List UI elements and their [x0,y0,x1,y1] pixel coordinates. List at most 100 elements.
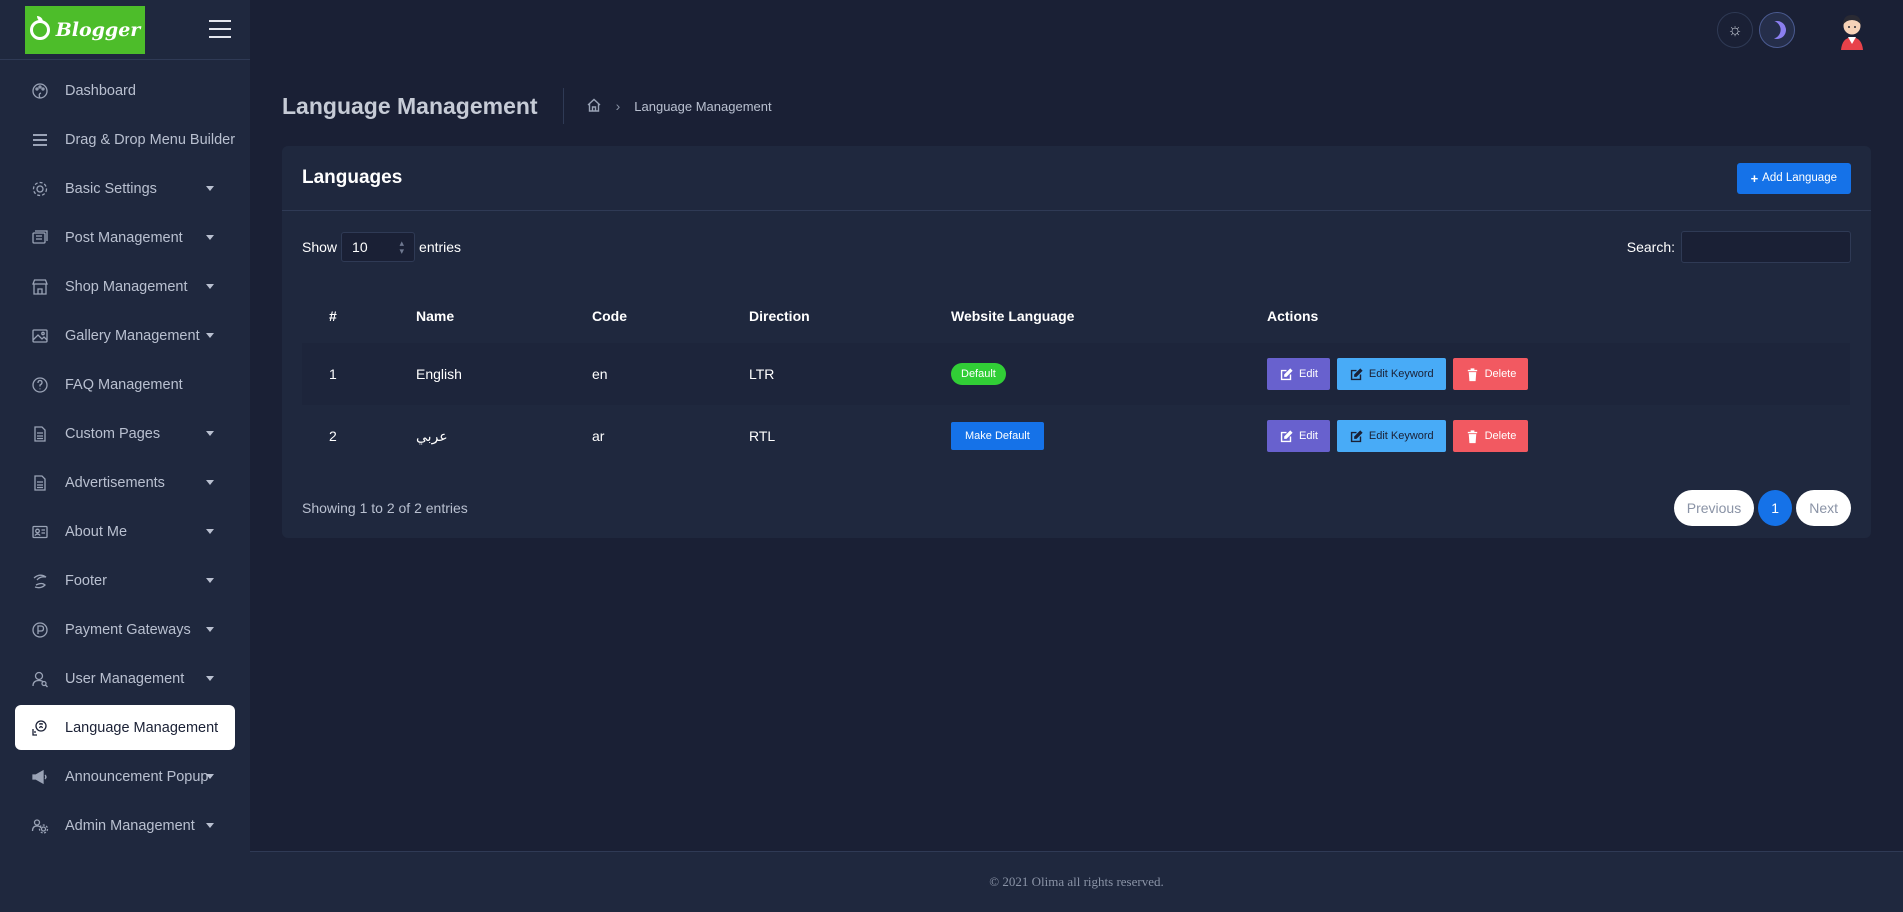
sidebar-item-language-management[interactable]: Language Management [15,705,235,750]
copyright-text: © 2021 Olima all rights reserved. [989,874,1164,889]
dark-mode-button[interactable] [1759,12,1795,48]
sidebar-item-advertisements[interactable]: Advertisements [0,458,250,507]
header-divider [562,88,564,124]
website-language-cell: Make Default [924,405,1240,467]
sun-icon: ☼ [1727,20,1743,39]
row-number: 2 [329,428,337,444]
previous-page-button[interactable]: Previous [1673,490,1755,526]
sidebar-item-label: FAQ Management [65,376,183,393]
sidebar-item-label: Footer [65,572,107,589]
edit-keyword-label: Edit Keyword [1368,430,1434,442]
logo[interactable]: Blogger [25,5,145,54]
sidebar-item-payment-gateways[interactable]: Payment Gateways [0,605,250,654]
trash-icon [1467,367,1477,381]
posts-icon [30,228,50,248]
column-header[interactable]: Code [565,289,722,343]
edit-label: Edit [1299,430,1318,442]
sidebar-item-label: Payment Gateways [65,621,191,638]
topbar: ☼ [250,0,1903,60]
language-name: عربي [416,427,448,444]
edit-button[interactable]: Edit [1267,420,1330,452]
sidebar-item-admin-management[interactable]: Admin Management [0,801,250,850]
caret-down-icon [206,676,214,681]
page-title: Language Management [282,92,538,119]
sidebar-item-about-me[interactable]: About Me [0,507,250,556]
column-header[interactable]: Actions [1240,289,1850,343]
make-default-button[interactable]: Make Default [951,422,1044,450]
chevron-right-icon: › [615,98,621,114]
add-language-button[interactable]: + Add Language [1736,162,1851,194]
edit-icon [1350,429,1363,442]
sidebar-item-shop-management[interactable]: Shop Management [0,262,250,311]
page-1-button[interactable]: 1 [1758,490,1793,526]
column-header[interactable]: Direction [722,289,924,343]
palette-icon [30,81,50,101]
delete-button[interactable]: Delete [1452,358,1529,390]
caret-down-icon [206,578,214,583]
sidebar-item-basic-settings[interactable]: Basic Settings [0,164,250,213]
caret-down-icon [206,284,214,289]
table-row: 1 English en LTR Default Edit Edit Keywo… [302,343,1850,405]
megaphone-icon [30,767,50,787]
column-header[interactable]: Name [389,289,565,343]
language-direction: LTR [749,366,775,382]
next-page-button[interactable]: Next [1796,490,1851,526]
table-row: 2 عربي ar RTL Make Default Edit Edit Key… [302,405,1850,467]
sidebar-item-drag-drop-menu-builder[interactable]: Drag & Drop Menu Builder [0,115,250,164]
site-footer: © 2021 Olima all rights reserved. [250,851,1903,912]
search-input[interactable] [1681,231,1851,263]
edit-label: Edit [1299,368,1318,380]
moon-icon [1765,18,1788,41]
language-icon [30,718,50,738]
sidebar: Blogger Dashboard Drag & Drop Menu Builde… [0,0,250,912]
sidebar-item-faq-management[interactable]: FAQ Management [0,360,250,409]
hamburger-menu-icon[interactable] [209,20,231,38]
document-icon [30,473,50,493]
sidebar-item-announcement-popup[interactable]: Announcement Popup [0,752,250,801]
page-header: Language Management › Language Managemen… [282,88,772,124]
sidebar-item-gallery-management[interactable]: Gallery Management [0,311,250,360]
home-icon[interactable] [586,97,602,116]
delete-label: Delete [1484,368,1517,380]
sidebar-item-label: Custom Pages [65,425,161,442]
plus-icon: + [1750,170,1759,186]
page-size-select[interactable]: 10 ▴ ▾ [341,232,416,262]
table-footer: Showing 1 to 2 of 2 entries Previous 1 N… [302,490,1851,526]
sidebar-item-label: User Management [65,670,185,687]
sidebar-item-footer[interactable]: Footer [0,556,250,605]
pagination: Previous 1 Next [1673,490,1851,526]
search-control: Search: [1627,231,1851,263]
language-code: ar [592,428,605,444]
logo-icon [29,15,50,40]
default-badge: Default [951,363,1006,385]
caret-down-icon [206,823,214,828]
document-icon [30,424,50,444]
column-header[interactable]: Website Language [924,289,1240,343]
delete-button[interactable]: Delete [1452,420,1529,452]
edit-button[interactable]: Edit [1267,358,1330,390]
actions-cell: Edit Edit Keyword Delete [1240,343,1850,405]
row-number: 1 [329,366,337,382]
logo-text: Blogger [55,18,141,41]
page-size-control: Show 10 ▴ ▾ entries [302,232,461,262]
avatar[interactable] [1832,10,1872,50]
language-direction: RTL [749,428,776,444]
light-mode-button[interactable]: ☼ [1717,12,1753,48]
trash-icon [1467,429,1477,443]
language-name: English [416,366,462,382]
caret-down-icon [206,333,214,338]
edit-keyword-button[interactable]: Edit Keyword [1336,420,1446,452]
website-language-cell: Default [924,343,1240,405]
add-language-label: Add Language [1762,172,1837,184]
column-header[interactable]: # [302,289,389,343]
sidebar-item-label: Shop Management [65,278,188,295]
edit-icon [1280,367,1293,380]
search-label: Search: [1626,239,1675,255]
table-header-row: # Name Code Direction Website Language A… [302,289,1850,343]
sidebar-item-dashboard[interactable]: Dashboard [0,66,250,115]
sidebar-item-post-management[interactable]: Post Management [0,213,250,262]
footer-icon [30,571,50,591]
edit-keyword-button[interactable]: Edit Keyword [1336,358,1446,390]
sidebar-item-custom-pages[interactable]: Custom Pages [0,409,250,458]
sidebar-item-user-management[interactable]: User Management [0,654,250,703]
